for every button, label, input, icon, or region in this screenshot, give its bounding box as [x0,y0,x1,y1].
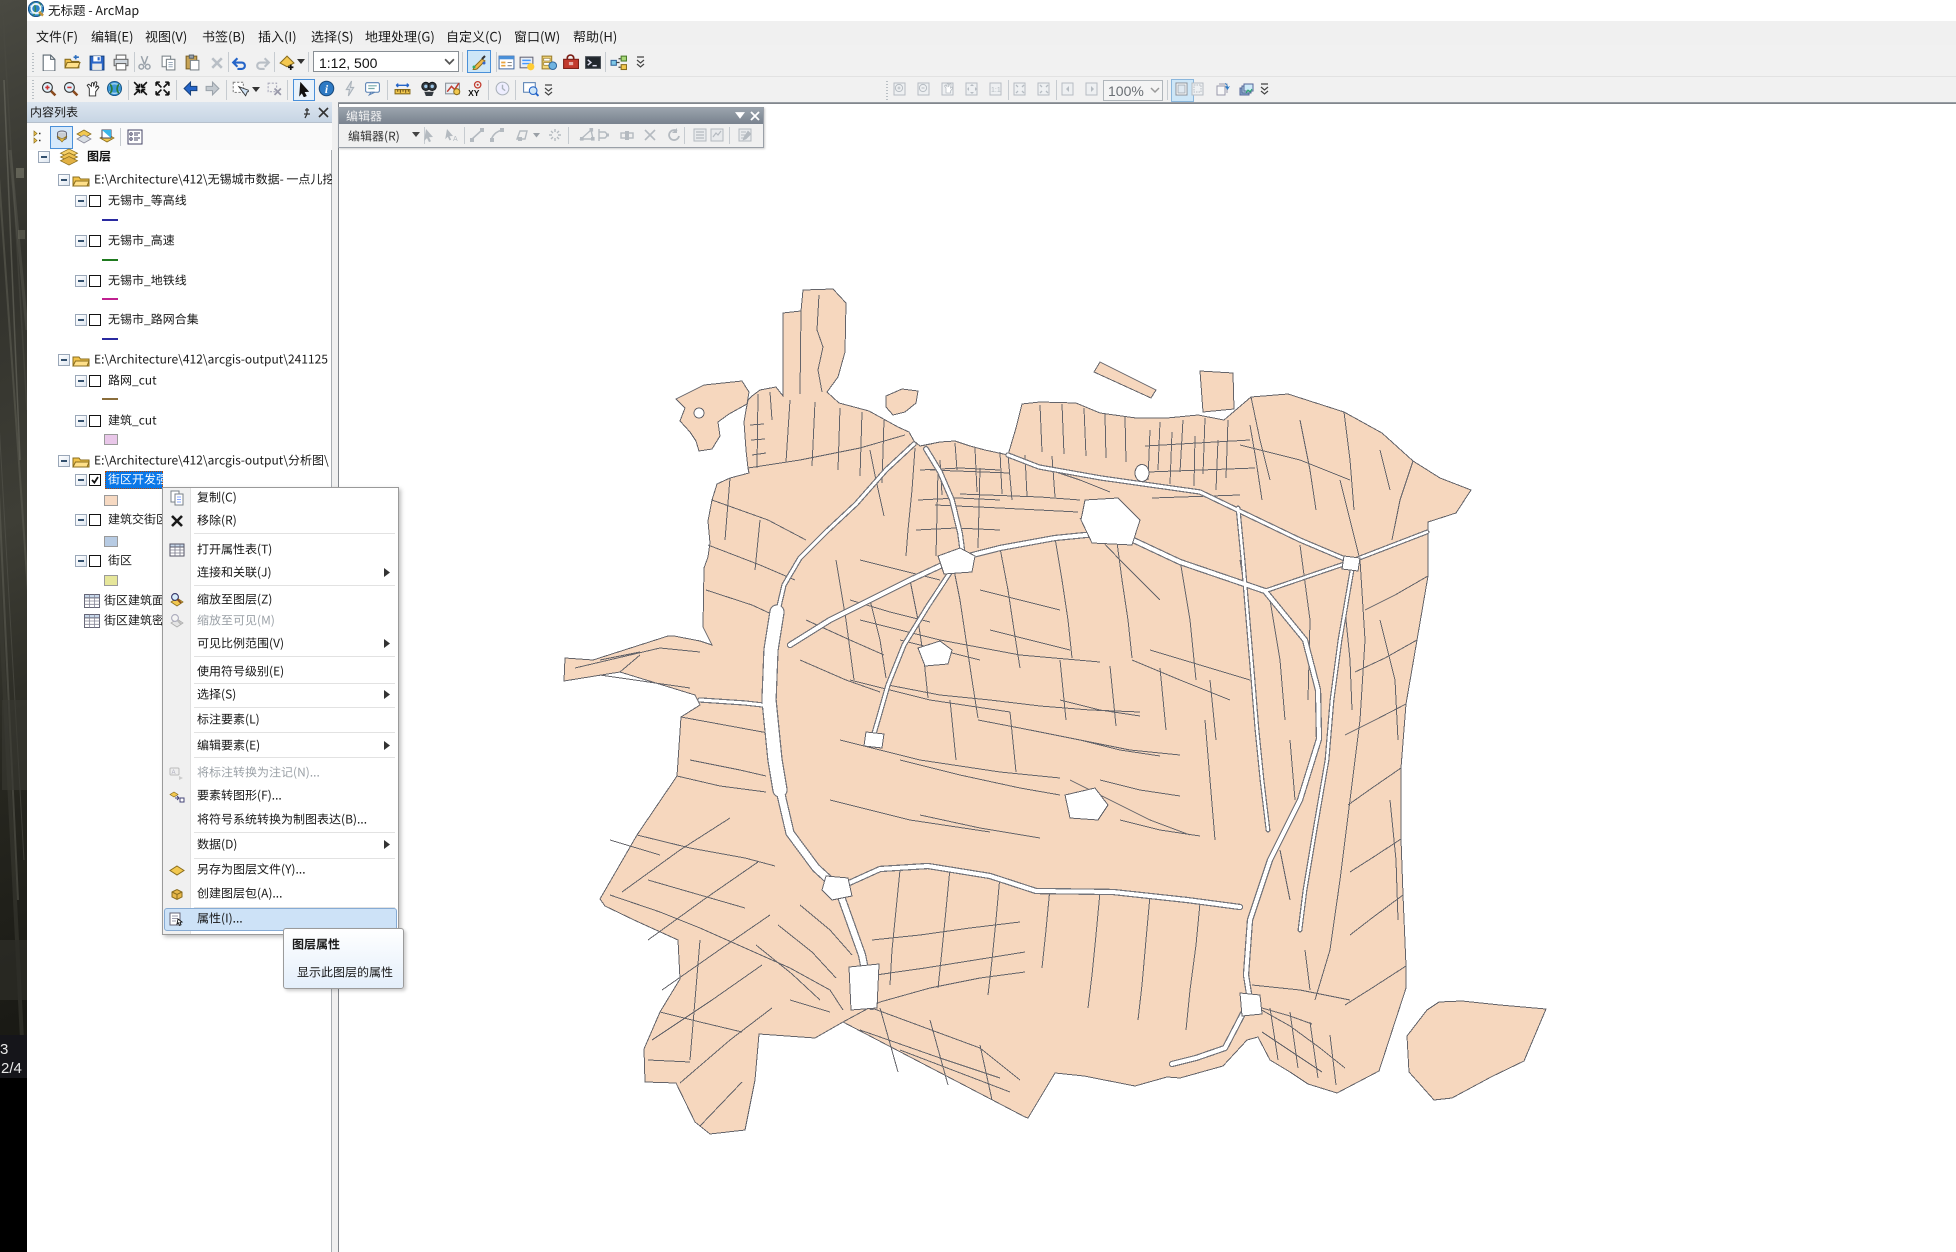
svg-text:1:1: 1:1 [991,87,1001,94]
svg-text:A: A [172,770,176,776]
svg-text:A: A [453,136,458,143]
svg-text:XY: XY [468,88,480,97]
